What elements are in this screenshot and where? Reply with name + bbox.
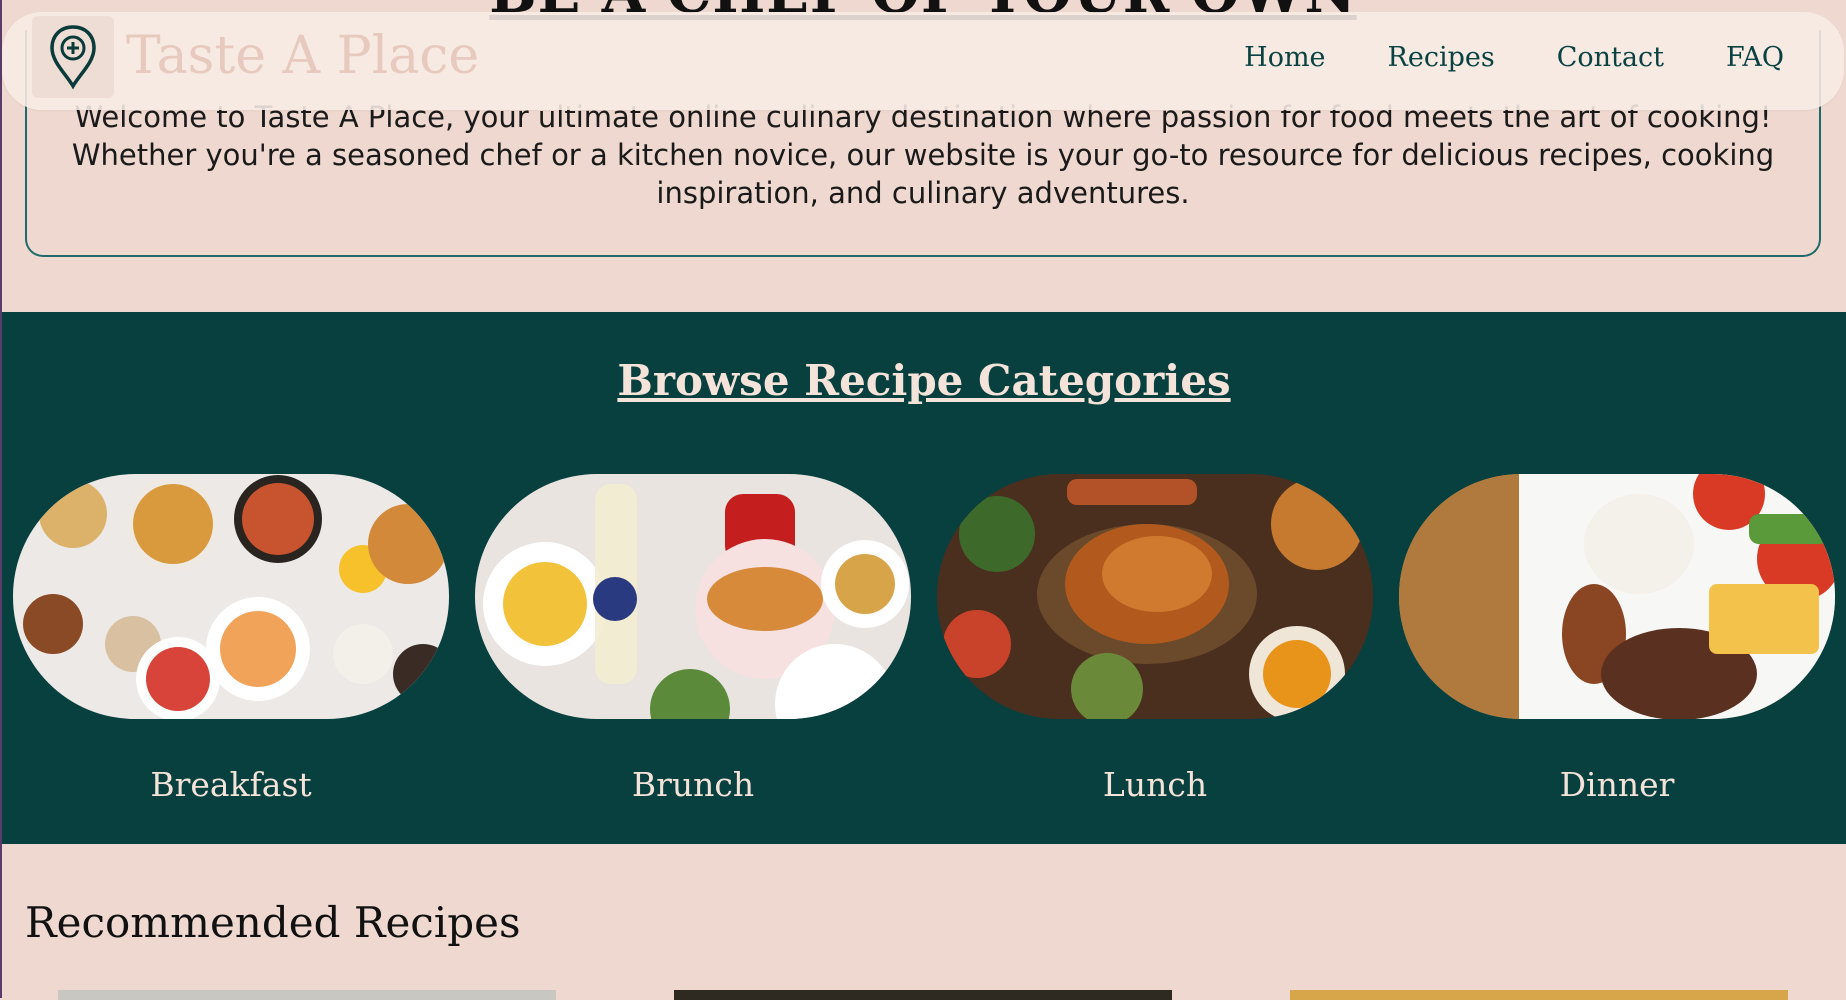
- category-label-lunch: Lunch: [1102, 765, 1208, 804]
- category-card-brunch[interactable]: Brunch: [475, 474, 911, 804]
- navbar: Taste A Place Home Recipes Contact FAQ: [2, 12, 1844, 110]
- category-card-breakfast[interactable]: Breakfast: [13, 474, 449, 804]
- map-pin-icon: [50, 25, 96, 90]
- recipe-card-image-3[interactable]: [1290, 990, 1788, 1000]
- nav-links: Home Recipes Contact FAQ: [1244, 42, 1784, 73]
- lunch-image: [937, 474, 1373, 719]
- breakfast-image: [13, 474, 449, 719]
- category-label-dinner: Dinner: [1559, 765, 1675, 804]
- nav-faq-link[interactable]: FAQ: [1726, 42, 1784, 73]
- category-card-lunch[interactable]: Lunch: [937, 474, 1373, 804]
- nav-contact-link[interactable]: Contact: [1557, 42, 1664, 73]
- category-label-brunch: Brunch: [631, 765, 755, 804]
- brunch-image: [475, 474, 911, 719]
- nav-home-link[interactable]: Home: [1244, 42, 1325, 73]
- recipe-card-image-1[interactable]: [58, 990, 556, 1000]
- category-card-dinner[interactable]: Dinner: [1399, 474, 1835, 804]
- nav-recipes-link[interactable]: Recipes: [1388, 42, 1495, 73]
- intro-text: Welcome to Taste A Place, your ultimate …: [71, 100, 1775, 210]
- categories-section: Browse Recipe Categories Breakfast Brunc…: [2, 312, 1846, 844]
- logo[interactable]: [32, 16, 114, 98]
- recommended-title: Recommended Recipes: [25, 898, 521, 947]
- dinner-image: [1399, 474, 1835, 719]
- categories-title: Browse Recipe Categories: [617, 356, 1231, 405]
- site-name: Taste A Place: [126, 26, 480, 86]
- recipe-card-image-2[interactable]: [674, 990, 1172, 1000]
- category-label-breakfast: Breakfast: [150, 765, 312, 804]
